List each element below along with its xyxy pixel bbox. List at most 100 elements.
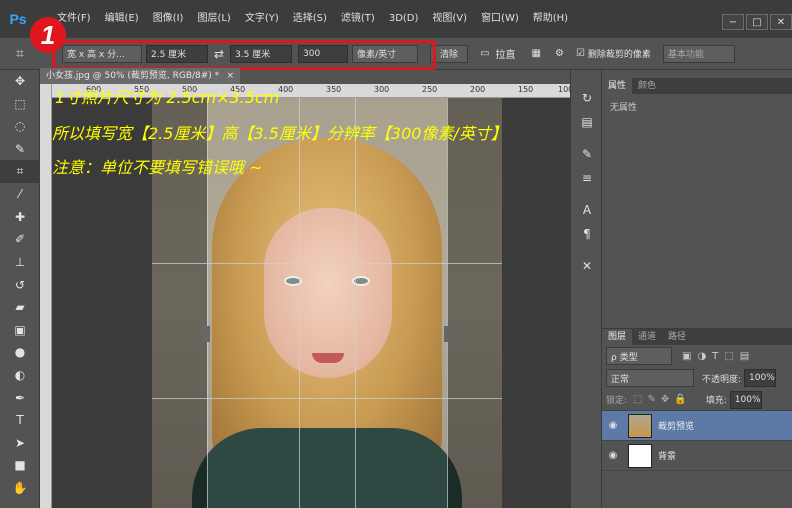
- crop-grid-line: [152, 398, 502, 399]
- visibility-eye-icon[interactable]: ◉: [602, 420, 624, 431]
- path-select-tool-icon[interactable]: ➤: [0, 432, 40, 455]
- stamp-tool-icon[interactable]: ⊥: [0, 251, 40, 274]
- crop-grid-line: [355, 98, 356, 508]
- document-title: 小女孩.jpg @ 50% (裁剪预览, RGB/8#) *: [46, 71, 220, 81]
- lock-label: 锁定:: [606, 396, 628, 406]
- tab-layers[interactable]: 图层: [602, 329, 633, 345]
- layer-row-crop-preview[interactable]: ◉ 裁剪预览: [602, 411, 792, 441]
- ruler-tick: 150: [518, 85, 534, 94]
- eraser-tool-icon[interactable]: ▰: [0, 296, 40, 319]
- blend-mode-select[interactable]: 正常: [606, 369, 694, 387]
- character-panel-icon[interactable]: A: [571, 198, 603, 222]
- no-properties-text: 无属性: [610, 103, 638, 113]
- gear-icon[interactable]: ⚙: [555, 48, 564, 59]
- menu-filter[interactable]: 滤镜(T): [334, 0, 382, 38]
- opacity-input[interactable]: 100%: [744, 369, 777, 387]
- menu-edit[interactable]: 编辑(E): [98, 0, 146, 38]
- eyedropper-tool-icon[interactable]: ⁄: [0, 183, 40, 206]
- photo-shirt: [192, 428, 462, 508]
- filter-icons[interactable]: ▣◑T⬚▤: [682, 351, 755, 362]
- options-highlight-frame: [52, 40, 436, 70]
- history-panel-icon[interactable]: ↻: [571, 86, 603, 110]
- adjust-panel-icon[interactable]: ≡: [571, 166, 603, 190]
- tab-color[interactable]: 颜色: [632, 78, 662, 94]
- menu-type[interactable]: 文字(Y): [238, 0, 286, 38]
- ruler-tick: 200: [470, 85, 486, 94]
- layer-thumbnail: [628, 413, 652, 438]
- tab-channels[interactable]: 通道: [632, 329, 662, 345]
- layer-row-background[interactable]: ◉ 背景: [602, 441, 792, 471]
- tool-presets-icon[interactable]: ✕: [571, 254, 603, 278]
- crop-handle-left[interactable]: [204, 326, 210, 342]
- straighten-icon[interactable]: ▭: [480, 48, 489, 59]
- marquee-tool-icon[interactable]: ⬚: [0, 93, 40, 116]
- tools-panel: ✥ ⬚ ◌ ✎ ⌗ ⁄ ✚ ✐ ⊥ ↺ ▰ ▣ ● ◐ ✒ T ➤ ■ ✋: [0, 70, 40, 508]
- menu-bar: Ps 文件(F) 编辑(E) 图像(I) 图层(L) 文字(Y) 选择(S) 滤…: [0, 0, 792, 38]
- menu-window[interactable]: 窗口(W): [474, 0, 526, 38]
- document-close-icon[interactable]: ×: [226, 68, 234, 84]
- properties-panel-icon[interactable]: ▤: [571, 110, 603, 134]
- delete-cropped-label: 删除裁剪的像素: [587, 50, 651, 60]
- annotation-line-3: 注意：单位不要填写错误哦 ~: [52, 158, 263, 177]
- window-controls: − □ ✕: [720, 14, 792, 30]
- lock-row: 锁定: ⬚✎✥🔒 填充: 100%: [602, 389, 792, 411]
- menu-layer[interactable]: 图层(L): [190, 0, 237, 38]
- tab-paths[interactable]: 路径: [662, 329, 692, 345]
- close-button[interactable]: ✕: [770, 14, 792, 30]
- pen-tool-icon[interactable]: ✒: [0, 386, 40, 409]
- delete-cropped-checkbox[interactable]: ☑: [576, 48, 585, 59]
- ruler-tick: 350: [326, 85, 342, 94]
- blend-row: 正常 不透明度: 100%: [602, 367, 792, 389]
- layer-name: 裁剪预览: [658, 422, 695, 432]
- menu-view[interactable]: 视图(V): [425, 0, 474, 38]
- layer-name: 背景: [658, 452, 677, 462]
- overlay-grid-icon[interactable]: ▦: [532, 48, 541, 59]
- paragraph-panel-icon[interactable]: ¶: [571, 222, 603, 246]
- menu-help[interactable]: 帮助(H): [526, 0, 575, 38]
- healing-tool-icon[interactable]: ✚: [0, 206, 40, 229]
- lock-icons[interactable]: ⬚✎✥🔒: [633, 394, 692, 405]
- brush-panel-icon[interactable]: ✎: [571, 142, 603, 166]
- minimize-button[interactable]: −: [722, 14, 744, 30]
- menu-select[interactable]: 选择(S): [286, 0, 334, 38]
- photoshop-logo: Ps: [9, 11, 27, 27]
- blur-tool-icon[interactable]: ●: [0, 341, 40, 364]
- menu-image[interactable]: 图像(I): [146, 0, 191, 38]
- layer-filter-row: ρ 类型 ▣◑T⬚▤: [602, 345, 792, 367]
- crop-shade-right: [447, 98, 502, 508]
- properties-tabs: 属性 颜色: [602, 78, 792, 94]
- ruler-tick: 300: [374, 85, 390, 94]
- panel-icon-strip: ↻ ▤ ✎ ≡ A ¶ ✕: [570, 70, 602, 508]
- annotation-line-2: 所以填写宽【2.5厘米】高【3.5厘米】分辨率【300像素/英寸】: [52, 124, 507, 143]
- properties-panel: 属性 颜色 无属性: [602, 78, 792, 326]
- photo-mouth: [312, 353, 344, 363]
- crop-handle-right[interactable]: [444, 326, 450, 342]
- straighten-label[interactable]: 拉直: [496, 46, 516, 61]
- dodge-tool-icon[interactable]: ◐: [0, 364, 40, 387]
- layers-tabs: 图层 通道 路径: [602, 329, 792, 345]
- shape-tool-icon[interactable]: ■: [0, 454, 40, 477]
- crop-tool-icon[interactable]: ⌗: [0, 160, 40, 183]
- layer-thumbnail: [628, 443, 652, 468]
- hand-tool-icon[interactable]: ✋: [0, 477, 40, 500]
- opacity-label: 不透明度:: [702, 374, 742, 385]
- maximize-button[interactable]: □: [746, 14, 768, 30]
- vertical-ruler: [40, 84, 52, 508]
- crop-grid-line: [447, 98, 448, 508]
- step-badge: 1: [30, 17, 66, 53]
- move-tool-icon[interactable]: ✥: [0, 70, 40, 93]
- tab-properties[interactable]: 属性: [602, 78, 633, 94]
- fill-input[interactable]: 100%: [729, 390, 762, 409]
- brush-tool-icon[interactable]: ✐: [0, 228, 40, 251]
- type-tool-icon[interactable]: T: [0, 409, 40, 432]
- ruler-tick: 400: [278, 85, 294, 94]
- visibility-eye-icon[interactable]: ◉: [602, 450, 624, 461]
- gradient-tool-icon[interactable]: ▣: [0, 319, 40, 342]
- menu-3d[interactable]: 3D(D): [382, 0, 426, 38]
- layer-filter-select[interactable]: ρ 类型: [606, 347, 672, 365]
- lasso-tool-icon[interactable]: ◌: [0, 115, 40, 138]
- quick-select-tool-icon[interactable]: ✎: [0, 138, 40, 161]
- document-tab[interactable]: 小女孩.jpg @ 50% (裁剪预览, RGB/8#) * ×: [40, 68, 240, 84]
- workspace-select[interactable]: 基本功能: [662, 44, 735, 63]
- history-brush-icon[interactable]: ↺: [0, 273, 40, 296]
